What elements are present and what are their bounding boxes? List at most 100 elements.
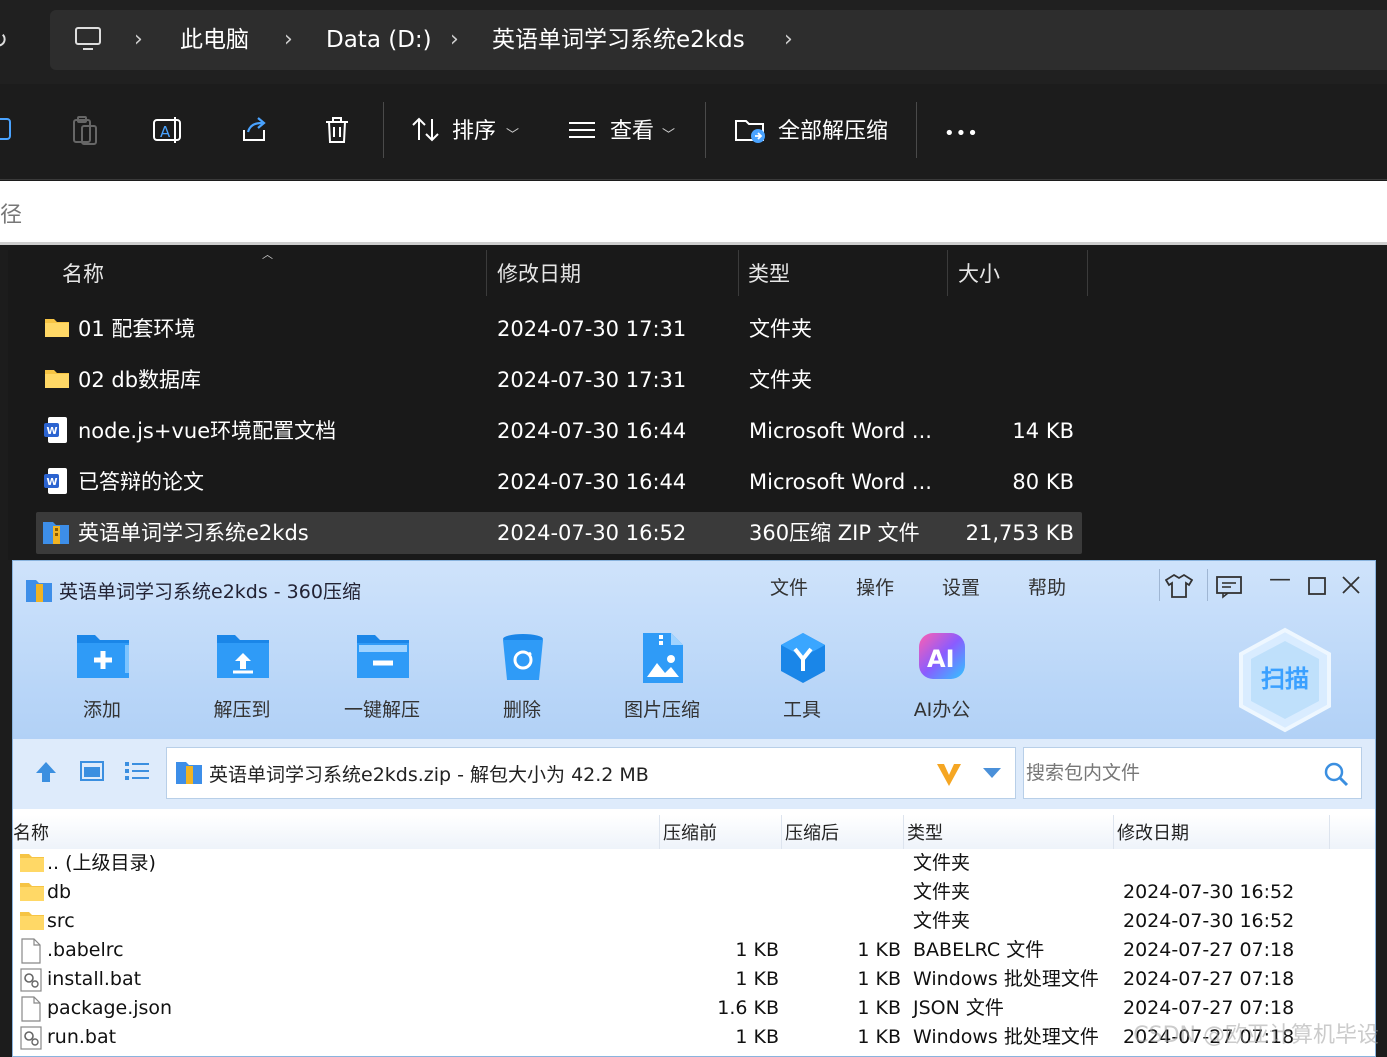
menu-settings[interactable]: 设置 (942, 573, 980, 600)
minimize-icon[interactable]: — (1269, 567, 1291, 592)
svg-text:A: A (160, 123, 171, 141)
table-row[interactable]: src 文件夹 2024-07-30 16:52 (13, 907, 1375, 936)
column-header-type[interactable]: 类型 (907, 819, 943, 845)
sort-button[interactable]: 排序 (452, 116, 496, 148)
search-icon[interactable] (1322, 760, 1350, 788)
column-divider[interactable] (659, 815, 660, 849)
file-date: 2024-07-30 16:44 (497, 419, 687, 443)
table-row[interactable]: .babelrc 1 KB 1 KB BABELRC 文件 2024-07-27… (13, 936, 1375, 965)
view-button[interactable]: 查看 (610, 116, 654, 148)
file-size: 21,753 KB (965, 521, 1074, 545)
more-options-button[interactable]: ••• (944, 118, 979, 150)
column-header-after[interactable]: 压缩后 (785, 819, 839, 845)
view-icon[interactable] (566, 114, 598, 146)
breadcrumb-drive[interactable]: Data (D:) (326, 24, 432, 56)
column-header-date[interactable]: 修改日期 (497, 258, 581, 290)
menu-help[interactable]: 帮助 (1028, 573, 1066, 600)
column-divider[interactable] (1329, 815, 1330, 849)
file-size: 14 KB (1012, 419, 1074, 443)
file-date: 2024-07-30 17:31 (497, 368, 687, 392)
list-item[interactable]: 01 配套环境 2024-07-30 17:31 文件夹 (36, 308, 1082, 350)
folder-icon (20, 854, 44, 872)
zip-column-header: 名称 压缩前 压缩后 类型 修改日期 (13, 815, 1375, 849)
sort-ascending-icon: ︿ (262, 248, 273, 261)
archive-path-field[interactable]: 英语单词学习系统e2kds.zip - 解包大小为 42.2 MB (166, 747, 1016, 799)
zip-header: 英语单词学习系统e2kds - 360压缩 文件 操作 设置 帮助 — 添加 解… (13, 561, 1375, 739)
sort-icon[interactable] (410, 114, 442, 146)
path-input[interactable]: 径 (0, 181, 1387, 245)
rename-icon[interactable]: A (152, 114, 184, 146)
column-header-name[interactable]: 名称 (62, 258, 104, 290)
toolbar-divider (705, 102, 706, 158)
archive-search-box[interactable] (1023, 747, 1362, 799)
add-folder-icon (77, 635, 129, 678)
tools-icon (781, 633, 825, 683)
new-item-icon[interactable] (0, 114, 16, 144)
column-divider[interactable] (903, 815, 904, 849)
table-row[interactable]: install.bat 1 KB 1 KB Windows 批处理文件 2024… (13, 965, 1375, 994)
share-icon[interactable] (238, 114, 270, 146)
image-compress-label: 图片压缩 (623, 699, 700, 721)
up-arrow-icon[interactable] (33, 759, 59, 785)
column-header-type[interactable]: 类型 (748, 258, 790, 290)
file-date: 2024-07-30 16:52 (497, 521, 687, 545)
file-date: 2024-07-30 16:44 (497, 470, 687, 494)
column-divider[interactable] (738, 250, 739, 296)
column-header-size[interactable]: 大小 (958, 258, 1000, 290)
breadcrumb-this-pc[interactable]: 此电脑 (180, 24, 249, 56)
table-row[interactable]: db 文件夹 2024-07-30 16:52 (13, 878, 1375, 907)
zip-window: 英语单词学习系统e2kds - 360压缩 文件 操作 设置 帮助 — 添加 解… (12, 560, 1376, 1057)
breadcrumb-separator-icon: › (450, 27, 459, 52)
entry-date: 2024-07-27 07:18 (1123, 968, 1295, 990)
address-bar-area: ↻ › 此电脑 › Data (D:) › 英语单词学习系统e2kds › (0, 0, 1387, 84)
file-type: Microsoft Word ... (749, 419, 932, 443)
delete-icon[interactable] (322, 114, 352, 146)
one-click-extract-label: 一键解压 (343, 699, 420, 721)
column-header-before[interactable]: 压缩前 (663, 819, 717, 845)
list-item[interactable]: W node.js+vue环境配置文档 2024-07-30 16:44 Mic… (36, 410, 1082, 452)
title-divider (1159, 569, 1160, 601)
file-icon (21, 996, 41, 1022)
image-compress-icon (643, 633, 683, 683)
extract-all-button[interactable]: 全部解压缩 (778, 116, 888, 148)
archive-search-input[interactable] (1026, 758, 1306, 788)
close-icon[interactable] (1341, 575, 1361, 595)
menu-file[interactable]: 文件 (770, 573, 808, 600)
skin-icon[interactable] (1165, 573, 1193, 599)
column-header-date[interactable]: 修改日期 (1117, 819, 1189, 845)
dropdown-arrow-icon[interactable] (981, 766, 1003, 780)
toolbar-divider (383, 102, 384, 158)
breadcrumb-separator-icon[interactable]: › (784, 24, 793, 56)
list-item[interactable]: 02 db数据库 2024-07-30 17:31 文件夹 (36, 359, 1082, 401)
entry-name: src (47, 910, 75, 932)
list-view-icon[interactable] (123, 759, 151, 783)
entry-name: run.bat (47, 1026, 117, 1048)
archive-path-text: 英语单词学习系统e2kds.zip - 解包大小为 42.2 MB (209, 764, 649, 786)
menu-operate[interactable]: 操作 (856, 573, 894, 600)
verified-v-icon[interactable] (935, 760, 963, 788)
column-divider[interactable] (947, 250, 948, 296)
column-divider[interactable] (1113, 815, 1114, 849)
breadcrumb-separator-icon: › (284, 27, 293, 52)
refresh-icon[interactable]: ↻ (0, 26, 8, 54)
scan-button[interactable]: 扫描 (1235, 627, 1335, 733)
column-divider[interactable] (486, 250, 487, 296)
extract-all-icon[interactable] (734, 114, 768, 146)
entry-type: BABELRC 文件 (913, 939, 1045, 961)
paste-icon[interactable] (70, 114, 100, 146)
toolbar-divider (916, 102, 917, 158)
command-bar (0, 84, 1387, 180)
entry-name: install.bat (47, 968, 142, 990)
thumbnail-view-icon[interactable] (79, 759, 105, 783)
maximize-icon[interactable] (1307, 576, 1327, 596)
table-row[interactable]: .. (上级目录) 文件夹 (13, 849, 1375, 878)
list-item-selected[interactable]: 英语单词学习系统e2kds 2024-07-30 16:52 360压缩 ZIP… (36, 512, 1082, 554)
column-header-name[interactable]: 名称 (13, 819, 49, 845)
list-item[interactable]: W 已答辩的论文 2024-07-30 16:44 Microsoft Word… (36, 461, 1082, 503)
entry-size-after: 1 KB (857, 1026, 901, 1048)
message-icon[interactable] (1215, 575, 1243, 599)
column-divider[interactable] (1087, 250, 1088, 296)
entry-size-before: 1 KB (735, 1026, 779, 1048)
breadcrumb-current-folder[interactable]: 英语单词学习系统e2kds (492, 24, 745, 56)
column-divider[interactable] (781, 815, 782, 849)
